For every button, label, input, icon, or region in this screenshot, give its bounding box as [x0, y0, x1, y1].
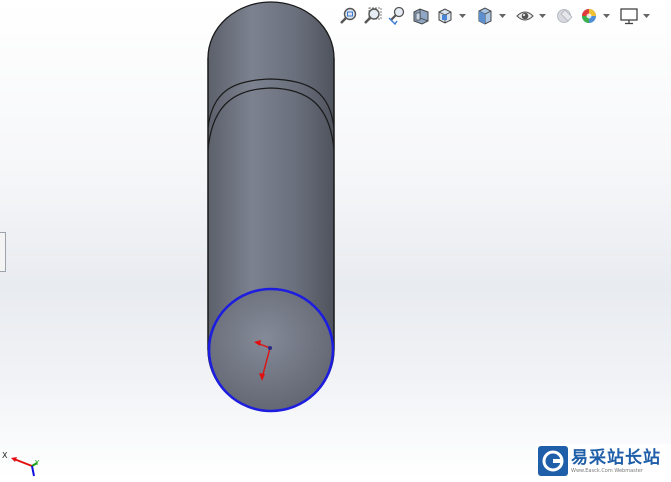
- watermark-subtitle: Www.Easck.Com Webmaster: [571, 467, 643, 474]
- model-canvas: [207, 1, 335, 413]
- triad-y-label: Y: [34, 459, 40, 467]
- graphics-area[interactable]: X Y 易采站长站 Www.Easck.Com Webmaster: [0, 0, 671, 478]
- heads-up-view-toolbar: [338, 2, 650, 30]
- apply-scene-icon[interactable]: [578, 5, 600, 27]
- hide-show-items-icon[interactable]: [514, 5, 536, 27]
- end-face[interactable]: [207, 287, 335, 413]
- display-style-dropdown-icon[interactable]: [498, 5, 506, 27]
- feature-manager-collapse-tab[interactable]: [0, 232, 6, 272]
- zoom-to-fit-icon[interactable]: [338, 5, 360, 27]
- triad-x-label: X: [2, 451, 8, 460]
- view-orientation-icon[interactable]: [434, 5, 456, 27]
- view-settings-icon[interactable]: [618, 5, 640, 27]
- view-orientation-dropdown-icon[interactable]: [458, 5, 466, 27]
- edit-appearance-icon[interactable]: [554, 5, 576, 27]
- watermark: 易采站长站 Www.Easck.Com Webmaster: [536, 444, 671, 478]
- view-settings-dropdown-icon[interactable]: [642, 5, 650, 27]
- watermark-logo-icon: [538, 446, 568, 476]
- watermark-title: 易采站长站: [571, 447, 661, 468]
- previous-view-icon[interactable]: [386, 5, 408, 27]
- triad-z-axis: [31, 465, 35, 477]
- reference-triad: X Y: [2, 448, 46, 478]
- zoom-to-area-icon[interactable]: [362, 5, 384, 27]
- triad-x-axis: [13, 458, 33, 467]
- apply-scene-dropdown-icon[interactable]: [602, 5, 610, 27]
- section-view-icon[interactable]: [410, 5, 432, 27]
- hide-show-items-dropdown-icon[interactable]: [538, 5, 546, 27]
- display-style-icon[interactable]: [474, 5, 496, 27]
